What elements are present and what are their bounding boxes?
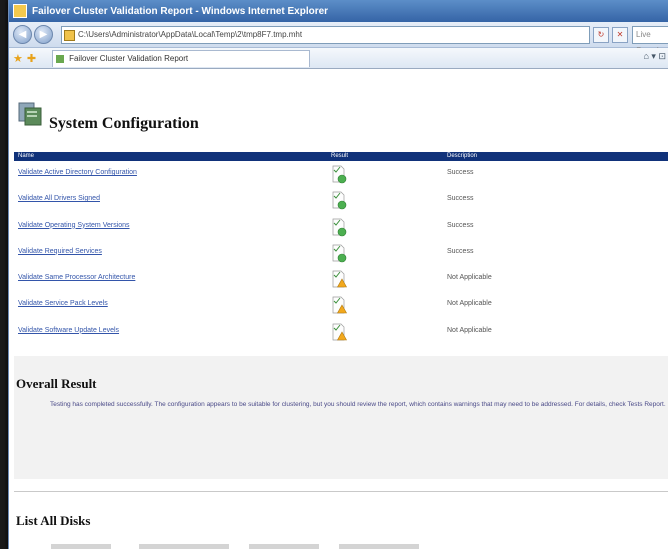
table-row: Validate Required Services Success — [14, 240, 668, 266]
test-description: Success — [447, 221, 474, 229]
cluster-servers-icon — [18, 102, 42, 126]
browser-tab[interactable]: Failover Cluster Validation Report — [52, 49, 311, 67]
back-button[interactable]: ◀ — [13, 25, 32, 44]
results-table: Validate Active Directory Configuration S… — [14, 161, 668, 345]
test-name-link[interactable]: Validate Required Services — [18, 248, 102, 255]
favorites-star-icon[interactable]: ★ — [13, 52, 23, 65]
table-header: Name Result Description — [14, 152, 668, 161]
tab-title: Failover Cluster Validation Report — [69, 53, 189, 63]
test-name-link[interactable]: Validate Operating System Versions — [18, 222, 130, 229]
favorites-bar: ★ ✚ Failover Cluster Validation Report ⌂… — [9, 48, 668, 69]
stop-button[interactable]: ✕ — [612, 26, 628, 43]
disk-list-partial-row — [9, 544, 668, 549]
section-divider — [14, 491, 668, 492]
table-row: Validate Software Update Levels Not Appli… — [14, 319, 668, 345]
address-url: C:\Users\Administrator\AppData\Local\Tem… — [78, 29, 303, 39]
page-icon — [64, 29, 75, 41]
address-input[interactable]: C:\Users\Administrator\AppData\Local\Tem… — [61, 25, 590, 44]
title-bar: Failover Cluster Validation Report - Win… — [9, 0, 668, 22]
success-icon — [332, 244, 347, 263]
test-description: Not Applicable — [447, 300, 492, 308]
overall-result-panel: Overall Result Testing has completed suc… — [14, 356, 668, 479]
ie-icon — [13, 4, 27, 18]
window-title: Failover Cluster Validation Report - Win… — [32, 5, 329, 17]
overall-result-heading: Overall Result — [16, 376, 97, 391]
add-favorites-icon[interactable]: ✚ — [27, 52, 36, 65]
table-row: Validate Service Pack Levels Not Applicab… — [14, 292, 668, 318]
test-name-link[interactable]: Validate Active Directory Configuration — [18, 169, 137, 176]
warning-icon — [332, 297, 347, 314]
success-icon — [332, 191, 347, 210]
column-result: Result — [331, 153, 349, 159]
test-name-link[interactable]: Validate Software Update Levels — [18, 327, 119, 334]
test-name-link[interactable]: Validate Same Processor Architecture — [18, 274, 135, 281]
table-row: Validate All Drivers Signed Success — [14, 187, 668, 213]
test-description: Not Applicable — [447, 326, 492, 334]
test-description: Not Applicable — [447, 274, 492, 282]
table-row: Validate Same Processor Architecture Not … — [14, 266, 668, 292]
success-icon — [332, 165, 347, 184]
report-content: System Configuration Name Result Descrip… — [9, 68, 668, 549]
tab-page-icon — [56, 54, 65, 63]
test-name-link[interactable]: Validate All Drivers Signed — [18, 195, 100, 202]
forward-button[interactable]: ▶ — [34, 25, 53, 44]
warning-icon — [332, 323, 347, 341]
browser-window: Failover Cluster Validation Report - Win… — [8, 0, 668, 549]
command-bar-tools[interactable]: ⌂ ▾ ⊡ ▾ — [643, 51, 668, 62]
refresh-button[interactable]: ↻ — [593, 26, 609, 43]
list-all-disks-heading: List All Disks — [16, 513, 91, 528]
test-description: Success — [447, 247, 474, 255]
page-title: System Configuration — [49, 115, 199, 132]
test-description: Success — [447, 195, 474, 203]
column-name: Name — [18, 153, 35, 159]
overall-result-message: Testing has completed successfully. The … — [50, 401, 666, 408]
address-toolbar: ◀ ▶ C:\Users\Administrator\AppData\Local… — [9, 22, 668, 55]
test-name-link[interactable]: Validate Service Pack Levels — [18, 300, 108, 307]
search-input[interactable]: Live Search — [632, 25, 668, 55]
column-description: Description — [447, 153, 478, 159]
table-row: Validate Active Directory Configuration S… — [14, 161, 668, 187]
warning-icon — [332, 270, 347, 288]
success-icon — [332, 218, 347, 236]
table-row: Validate Operating System Versions Succes… — [14, 214, 668, 240]
test-description: Success — [447, 169, 474, 176]
